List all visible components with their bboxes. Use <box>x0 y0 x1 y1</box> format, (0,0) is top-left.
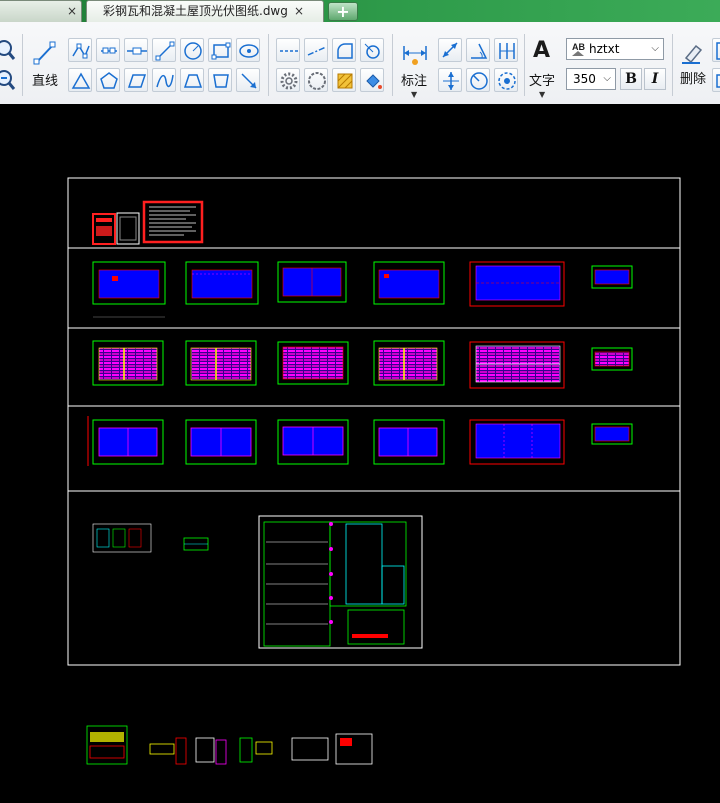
line-button[interactable]: 直线 <box>28 38 62 98</box>
text-style-select[interactable]: AB hztxt ⌵ <box>566 38 664 60</box>
triangle-icon[interactable] <box>68 68 92 92</box>
delete-button[interactable]: 删除 <box>678 38 712 98</box>
rectangle-icon[interactable] <box>208 38 232 62</box>
roof-plan[interactable] <box>92 261 166 318</box>
roof-plan[interactable] <box>469 261 565 307</box>
ordinate-dimension-icon[interactable] <box>438 68 462 92</box>
construction-line-icon[interactable] <box>124 38 148 62</box>
detail-sheet[interactable] <box>92 523 152 553</box>
ribbon-separator <box>392 34 393 96</box>
roof-plan[interactable] <box>185 419 257 465</box>
line-label: 直线 <box>32 74 59 89</box>
text-dropdown-icon[interactable]: ▼ <box>539 90 545 99</box>
dimension-icon <box>403 46 427 65</box>
text-icon: A <box>533 38 551 63</box>
roof-plan[interactable] <box>277 261 347 303</box>
shape-icon[interactable] <box>208 68 232 92</box>
zoom-window-icon[interactable] <box>0 68 16 92</box>
delete-label: 删除 <box>680 72 707 87</box>
roof-plan[interactable] <box>373 419 445 465</box>
copy-icon[interactable] <box>712 68 720 92</box>
text-height-value: 350 <box>573 72 596 86</box>
cover-sheets[interactable] <box>92 200 204 245</box>
fill-bucket-icon[interactable] <box>360 68 384 92</box>
chevron-down-icon: ⌵ <box>651 43 659 54</box>
roof-plan[interactable] <box>591 423 633 445</box>
center-mark-icon[interactable] <box>494 68 518 92</box>
drawing-viewport[interactable] <box>0 104 720 799</box>
text-label: 文字 <box>529 74 556 89</box>
elevation-drawing[interactable] <box>258 515 423 649</box>
tab-title: 彩钢瓦和混凝土屋顶光伏图纸.dwg <box>103 4 288 18</box>
ribbon-separator <box>268 34 269 96</box>
detail-sheet[interactable] <box>183 537 209 551</box>
gear-icon[interactable] <box>276 68 300 92</box>
dimension-button[interactable]: 标注 ▼ <box>398 38 432 100</box>
roof-plan[interactable] <box>87 416 164 466</box>
parallelogram-icon[interactable] <box>124 68 148 92</box>
tab-close-icon[interactable]: × <box>67 1 77 21</box>
text-height-select[interactable]: 350 ⌵ <box>566 68 616 90</box>
pv-layout-row-2[interactable] <box>92 340 633 389</box>
line-icon <box>33 41 56 65</box>
details-row-4[interactable] <box>92 515 423 649</box>
polygon-icon[interactable] <box>96 68 120 92</box>
multiline-icon[interactable] <box>96 38 120 62</box>
tab-previous-drawing[interactable]: × <box>0 0 82 22</box>
dashed-line-icon[interactable] <box>276 38 300 62</box>
diagonal-line-icon[interactable] <box>236 68 260 92</box>
ribbon-separator <box>672 34 673 96</box>
pv-layout-plan[interactable] <box>373 340 445 386</box>
hatch-icon[interactable] <box>332 68 356 92</box>
bold-button[interactable]: B <box>620 68 642 90</box>
document-tab-bar: × 彩钢瓦和混凝土屋顶光伏图纸.dwg × + <box>0 0 720 22</box>
ribbon-toolbar: 直线 标注 ▼ A 文字 ▼ AB hztxt ⌵ 350 ⌵ B I 删除 <box>0 22 720 105</box>
roof-plan[interactable] <box>591 265 633 289</box>
center-line-icon[interactable] <box>304 38 328 62</box>
drawing-canvas[interactable] <box>0 104 720 799</box>
dimension-label: 标注 <box>401 74 428 89</box>
pv-layout-plan[interactable] <box>277 341 349 385</box>
angular-dimension-icon[interactable] <box>466 38 490 62</box>
zoom-icon[interactable] <box>0 38 16 62</box>
properties-icon[interactable] <box>712 38 720 62</box>
pv-layout-plan[interactable] <box>185 340 257 386</box>
text-style-value: hztxt <box>589 42 620 56</box>
svg-text:AB: AB <box>572 42 585 52</box>
tab-close-icon[interactable]: × <box>294 1 304 21</box>
spline-icon[interactable] <box>152 68 176 92</box>
roof-plan[interactable] <box>277 419 349 465</box>
roof-plan[interactable] <box>185 261 259 305</box>
cog-icon[interactable] <box>304 68 328 92</box>
revision-cloud-icon[interactable] <box>360 38 384 62</box>
ribbon-separator <box>524 34 525 96</box>
italic-button[interactable]: I <box>644 68 666 90</box>
roof-plan[interactable] <box>373 261 445 305</box>
pv-layout-plan[interactable] <box>591 347 633 371</box>
trapezoid-icon[interactable] <box>180 68 204 92</box>
chevron-down-icon: ⌵ <box>603 73 611 84</box>
arc-icon[interactable] <box>332 38 356 62</box>
ray-icon[interactable] <box>152 38 176 62</box>
roof-plan-row-3[interactable] <box>87 416 633 466</box>
eraser-icon <box>682 44 703 64</box>
text-style-icon: AB <box>572 42 585 56</box>
pv-layout-plan[interactable] <box>469 341 565 389</box>
roof-plan[interactable] <box>469 419 565 465</box>
aligned-dimension-icon[interactable] <box>438 38 462 62</box>
radius-dimension-icon[interactable] <box>466 68 490 92</box>
pv-layout-plan[interactable] <box>92 340 164 386</box>
new-tab-button[interactable]: + <box>328 2 358 21</box>
circle-icon[interactable] <box>180 38 204 62</box>
text-button[interactable]: A 文字 ▼ <box>527 38 561 100</box>
dimension-dropdown-icon[interactable]: ▼ <box>411 90 417 99</box>
detail-thumbnails[interactable] <box>86 725 373 765</box>
roof-plan-row-1[interactable] <box>92 261 633 318</box>
polyline-icon[interactable] <box>68 38 92 62</box>
baseline-dimension-icon[interactable] <box>494 38 518 62</box>
ellipse-icon[interactable] <box>236 38 260 62</box>
ribbon-separator <box>22 34 23 96</box>
tab-active-drawing[interactable]: 彩钢瓦和混凝土屋顶光伏图纸.dwg × <box>86 0 324 22</box>
